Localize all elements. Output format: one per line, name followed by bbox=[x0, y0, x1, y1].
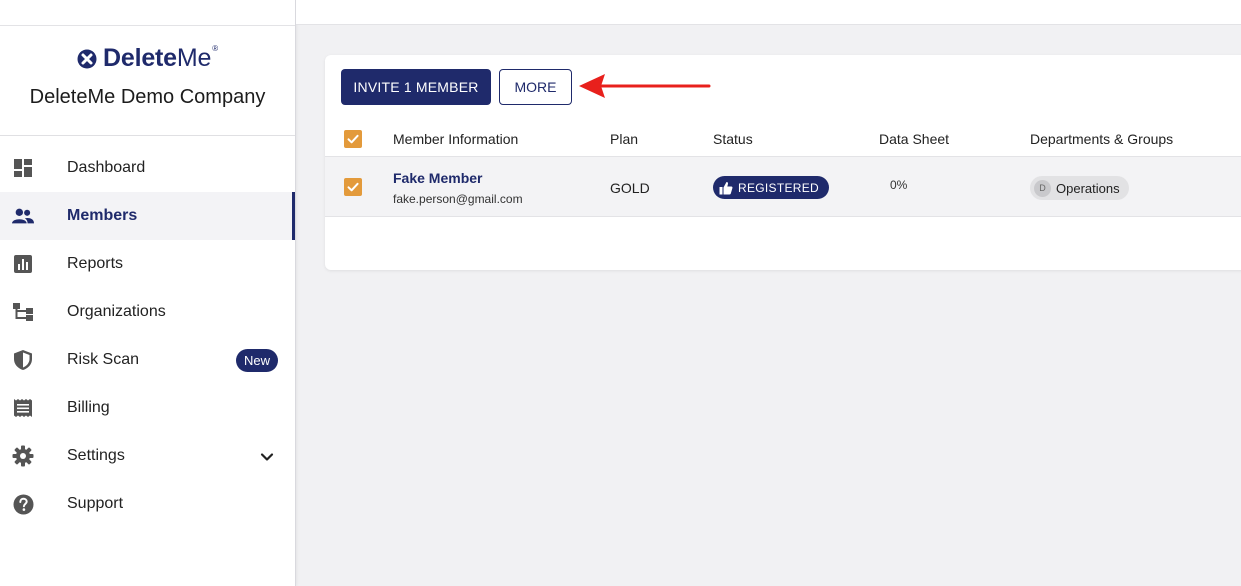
sidebar: DeleteMe® DeleteMe Demo Company Dashboar… bbox=[0, 0, 296, 586]
logo-mark-icon bbox=[77, 49, 97, 68]
sidebar-item-label: Organizations bbox=[67, 303, 166, 320]
sidebar-item-organizations[interactable]: Organizations bbox=[0, 288, 295, 336]
top-bar bbox=[296, 0, 1241, 25]
sidebar-item-billing[interactable]: Billing bbox=[0, 384, 295, 432]
checkmark-icon bbox=[347, 182, 359, 192]
receipt-icon bbox=[12, 398, 34, 418]
sidebar-nav: Dashboard Members Reports Organizations bbox=[0, 144, 295, 528]
checkmark-icon bbox=[347, 134, 359, 144]
select-all-checkbox[interactable] bbox=[344, 130, 362, 148]
sidebar-item-risk-scan[interactable]: Risk Scan New bbox=[0, 336, 295, 384]
more-button[interactable]: MORE bbox=[499, 69, 572, 105]
sidebar-item-label: Support bbox=[67, 495, 124, 512]
dashboard-icon bbox=[12, 158, 34, 178]
sidebar-top-divider bbox=[0, 25, 295, 26]
chevron-down-icon[interactable] bbox=[258, 448, 276, 466]
sidebar-item-label: Members bbox=[67, 207, 138, 224]
column-header-member-information[interactable]: Member Information bbox=[393, 131, 518, 147]
sidebar-item-label: Reports bbox=[67, 255, 124, 272]
member-email: fake.person@gmail.com bbox=[393, 192, 523, 206]
gear-icon bbox=[12, 445, 34, 467]
logo-text-light: Me bbox=[176, 44, 212, 72]
registered-mark: ® bbox=[212, 44, 218, 53]
deleteme-logo[interactable]: DeleteMe® bbox=[77, 44, 218, 73]
sidebar-item-reports[interactable]: Reports bbox=[0, 240, 295, 288]
sidebar-item-label: Billing bbox=[67, 399, 110, 416]
invite-member-button[interactable]: INVITE 1 MEMBER bbox=[341, 69, 491, 105]
group-chip[interactable]: D Operations bbox=[1030, 176, 1129, 200]
group-name: Operations bbox=[1056, 180, 1120, 196]
status-badge: REGISTERED bbox=[713, 176, 830, 199]
logo-text-bold: Delete bbox=[103, 44, 177, 72]
sidebar-item-label: Risk Scan bbox=[67, 351, 140, 368]
new-badge: New bbox=[236, 349, 279, 372]
members-card: INVITE 1 MEMBER MORE Member Information … bbox=[325, 55, 1241, 270]
column-header-data-sheet[interactable]: Data Sheet bbox=[879, 131, 949, 147]
hierarchy-icon bbox=[12, 302, 34, 322]
member-name[interactable]: Fake Member bbox=[393, 170, 482, 186]
sidebar-item-dashboard[interactable]: Dashboard bbox=[0, 144, 295, 192]
status-text: REGISTERED bbox=[738, 180, 820, 195]
table-row[interactable]: Fake Member fake.person@gmail.com GOLD R… bbox=[325, 156, 1241, 217]
member-plan: GOLD bbox=[610, 180, 650, 196]
data-sheet-progress: 0% bbox=[890, 178, 908, 192]
row-select-checkbox[interactable] bbox=[344, 178, 362, 196]
thumbs-up-icon bbox=[719, 181, 733, 194]
sidebar-item-label: Dashboard bbox=[67, 159, 146, 176]
column-header-plan[interactable]: Plan bbox=[610, 131, 638, 147]
sidebar-divider bbox=[0, 135, 295, 136]
bar-chart-icon bbox=[12, 254, 34, 274]
sidebar-item-settings[interactable]: Settings bbox=[0, 432, 295, 480]
group-avatar: D bbox=[1034, 179, 1051, 197]
annotation-arrow-icon bbox=[579, 74, 711, 98]
shield-icon bbox=[12, 350, 34, 370]
help-icon bbox=[12, 494, 34, 514]
company-name: DeleteMe Demo Company bbox=[29, 85, 266, 108]
column-header-status[interactable]: Status bbox=[713, 131, 753, 147]
column-header-departments-groups[interactable]: Departments & Groups bbox=[1030, 131, 1173, 147]
sidebar-item-members[interactable]: Members bbox=[0, 192, 295, 240]
sidebar-item-support[interactable]: Support bbox=[0, 480, 295, 528]
sidebar-item-label: Settings bbox=[67, 447, 125, 464]
people-icon bbox=[12, 206, 34, 226]
brand-block: DeleteMe® DeleteMe Demo Company bbox=[0, 44, 295, 109]
